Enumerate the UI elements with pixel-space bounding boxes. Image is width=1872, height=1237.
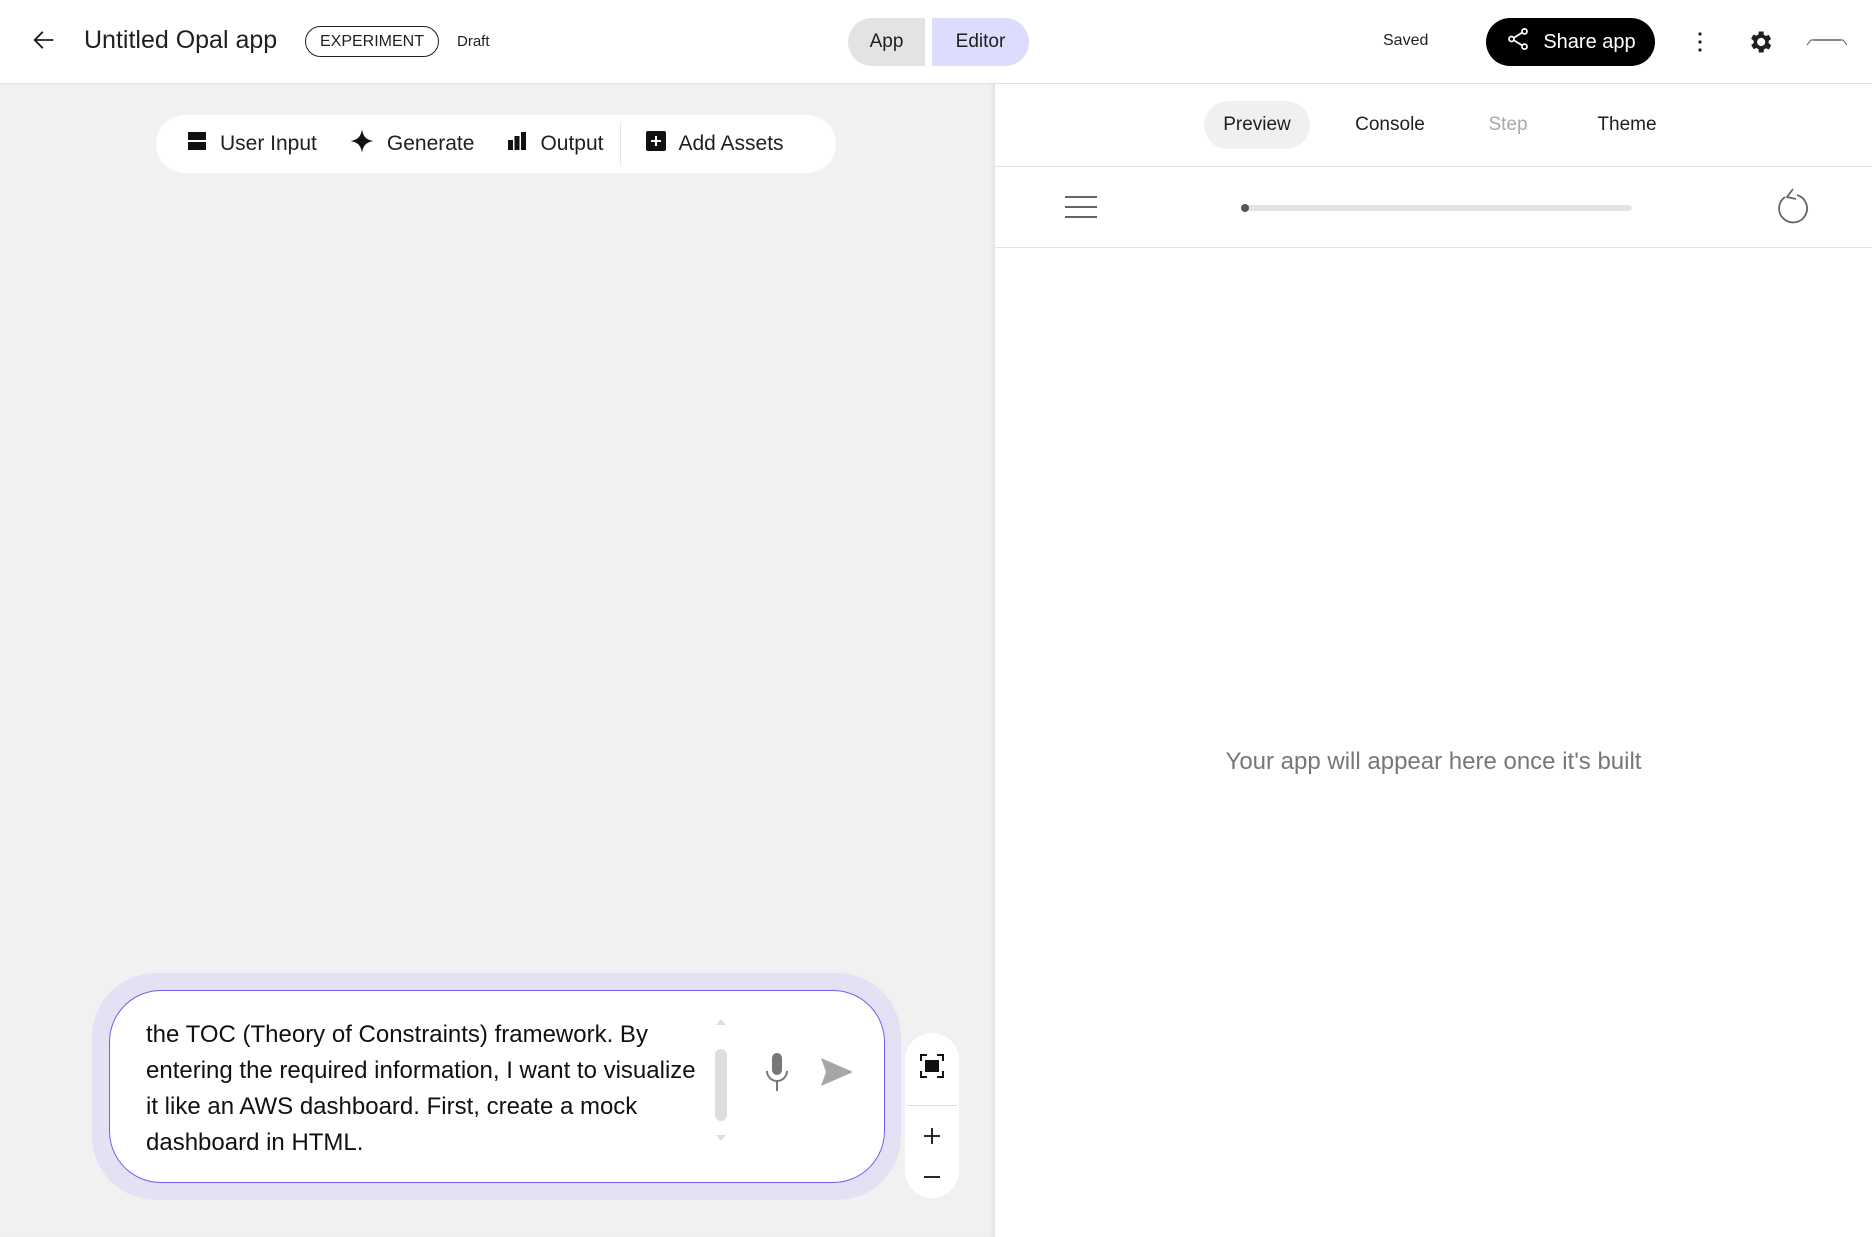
tab-editor[interactable]: Editor <box>932 18 1029 66</box>
output-button[interactable]: Output <box>506 129 604 159</box>
tab-console[interactable]: Console <box>1337 101 1443 149</box>
draft-status: Draft <box>457 33 490 50</box>
share-app-button[interactable]: Share app <box>1486 18 1655 66</box>
prompt-input[interactable]: the TOC (Theory of Constraints) framewor… <box>146 1017 706 1161</box>
microphone-icon[interactable] <box>762 1051 792 1093</box>
prompt-scrollbar[interactable] <box>714 1015 728 1145</box>
preview-tabs: Preview Console Step Theme <box>995 84 1872 167</box>
node-toolbar: User Input Generate Output Add Assets <box>156 115 836 173</box>
zoom-out-icon[interactable] <box>921 1166 943 1188</box>
generate-label: Generate <box>386 132 475 155</box>
top-bar: Untitled Opal app EXPERIMENT Draft App E… <box>0 0 1872 84</box>
toolbar-divider <box>619 123 621 165</box>
user-input-button[interactable]: User Input <box>186 129 317 159</box>
empty-preview-message: Your app will appear here once it's buil… <box>1225 748 1642 775</box>
experiment-badge: EXPERIMENT <box>305 26 439 57</box>
output-label: Output <box>540 132 604 155</box>
back-arrow-icon[interactable] <box>30 26 58 54</box>
preview-controls <box>995 167 1872 248</box>
refresh-icon[interactable] <box>1773 187 1809 227</box>
add-assets-label: Add Assets <box>678 132 784 155</box>
progress-slider[interactable] <box>1241 204 1632 212</box>
more-options-icon[interactable] <box>1690 26 1710 58</box>
zoom-in-icon[interactable] <box>921 1125 943 1147</box>
generate-button[interactable]: Generate <box>349 128 475 160</box>
add-assets-button[interactable]: Add Assets <box>645 130 784 158</box>
output-chart-icon <box>506 129 528 159</box>
tab-app[interactable]: App <box>848 18 925 66</box>
saved-status: Saved <box>1383 32 1429 49</box>
settings-gear-icon[interactable] <box>1746 28 1774 56</box>
prompt-box[interactable]: the TOC (Theory of Constraints) framewor… <box>109 990 885 1183</box>
hamburger-menu-icon[interactable] <box>1064 194 1098 220</box>
app-title[interactable]: Untitled Opal app <box>84 26 277 55</box>
editor-canvas[interactable]: User Input Generate Output Add Assets th… <box>0 84 995 1237</box>
share-app-label: Share app <box>1543 30 1636 53</box>
zoom-divider <box>907 1105 957 1106</box>
tab-step[interactable]: Step <box>1468 101 1548 149</box>
send-icon[interactable] <box>820 1057 854 1087</box>
add-box-icon <box>645 130 667 158</box>
tab-theme[interactable]: Theme <box>1575 101 1679 149</box>
zoom-controls <box>905 1033 959 1198</box>
tab-preview[interactable]: Preview <box>1204 101 1310 149</box>
account-logo[interactable] <box>1805 34 1849 46</box>
share-icon <box>1505 26 1531 58</box>
progress-thumb[interactable] <box>1241 204 1249 212</box>
user-input-label: User Input <box>220 132 317 155</box>
fit-to-screen-icon[interactable] <box>919 1053 945 1079</box>
sparkle-icon <box>349 128 375 160</box>
preview-panel: Preview Console Step Theme Your app will… <box>995 84 1872 1237</box>
user-input-icon <box>186 129 208 159</box>
